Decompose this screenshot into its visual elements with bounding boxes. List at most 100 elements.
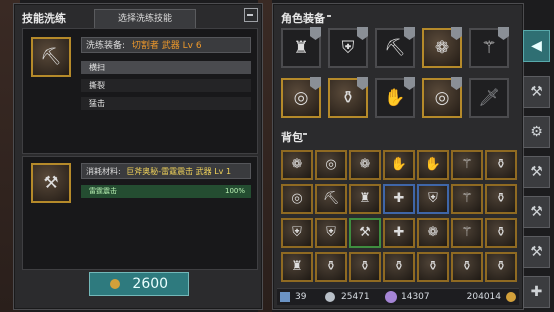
bag-slot[interactable]: ⚱ xyxy=(417,252,449,282)
equipment-dropdown-icon xyxy=(327,15,331,17)
bag-slot[interactable]: ⚚ xyxy=(451,218,483,248)
skill-option[interactable]: 撕裂 xyxy=(81,79,251,92)
material-skill-name: 雷霆震击 xyxy=(89,187,117,195)
equip-slot-axe[interactable]: ⛏ xyxy=(375,27,415,68)
equip-section: ⛏ 洗练装备: 切割者 武器 Lv 6 横扫 撕裂 猛击 xyxy=(22,28,258,154)
equip-info-bar: 洗练装备: 切割者 武器 Lv 6 xyxy=(81,37,251,53)
equip-slot-amulet[interactable]: ❁ xyxy=(422,27,462,68)
bag-slot[interactable]: ✋ xyxy=(383,150,415,180)
bag-slot[interactable]: ⛨ xyxy=(417,184,449,214)
bag-grid: ❁ ◎ ❁ ✋ ✋ ⚚ ⚱ ◎ ⛏ ♜ ✚ ⛨ ⚚ ⚱ ⛨ ⛨ ⚒ ✚ ❁ ⚚ … xyxy=(281,150,517,284)
hammer-icon: ⚒ xyxy=(530,164,543,180)
side-tab-hammer-3[interactable]: ⚒ xyxy=(523,196,550,228)
tab-select-skill[interactable]: 选择洗练技能 xyxy=(94,9,196,28)
equip-slot-ring[interactable]: ◎ xyxy=(281,77,321,118)
equip-slot-bag[interactable]: ⚱ xyxy=(328,77,368,118)
equipment-title: 角色装备 xyxy=(281,12,325,25)
bag-slot[interactable]: ⚱ xyxy=(349,252,381,282)
skill-option[interactable]: 横扫 xyxy=(81,61,251,74)
bag-slot[interactable]: ✚ xyxy=(383,184,415,214)
side-tab-hammer-plus[interactable]: ✚ xyxy=(523,276,550,308)
side-tab-hammer-4[interactable]: ⚒ xyxy=(523,236,550,268)
bag-slot[interactable]: ◎ xyxy=(315,150,347,180)
inventory-panel: 角色装备 ♜ ⛨ ⛏ ❁ ⚚ ◎ ⚱ ✋ ◎ 🗡 背包 ❁ ◎ ❁ ✋ ✋ ⚚ … xyxy=(272,3,524,310)
material-item-slot[interactable]: ⚒ xyxy=(31,163,71,203)
consume-value: 巨斧奥秘-雷霆震击 武器 Lv 1 xyxy=(126,167,232,176)
bag-slot[interactable]: ◎ xyxy=(281,184,313,214)
chest-axe-icon: ⛏ xyxy=(40,47,62,67)
cost-value: 2600 xyxy=(132,276,169,292)
side-tab-hammer-2[interactable]: ⚒ xyxy=(523,156,550,188)
bag-icon: ⚱ xyxy=(461,259,473,274)
energy-value: 25471 xyxy=(341,292,370,302)
bag-title: 背包 xyxy=(281,131,303,144)
equip-slot-sword-empty[interactable]: 🗡 xyxy=(469,78,509,118)
arrow-tab-icon: ◀ xyxy=(531,38,542,54)
bag-slot[interactable]: ⚚ xyxy=(451,150,483,180)
bag-slot[interactable]: ✚ xyxy=(383,218,415,248)
consume-label: 消耗材料: xyxy=(86,167,121,176)
gloves-icon: ✋ xyxy=(424,157,442,172)
sword-icon: 🗡 xyxy=(478,88,500,108)
equip-label: 洗练装备: xyxy=(86,41,126,51)
bag-slot[interactable]: ❁ xyxy=(281,150,313,180)
ring-icon: ◎ xyxy=(293,88,309,108)
material-section: ⚒ 消耗材料: 巨斧奥秘-雷霆震击 武器 Lv 1 雷霆震击 100% xyxy=(22,156,258,270)
ring-icon: ◎ xyxy=(325,157,337,172)
hammer-plus-icon: ✚ xyxy=(530,284,543,300)
bag-icon: ⚱ xyxy=(427,259,439,274)
bag-slot[interactable]: ⚒ xyxy=(349,218,381,248)
material-skill-row[interactable]: 雷霆震击 100% xyxy=(81,185,251,198)
bag-slot[interactable]: ⚱ xyxy=(485,252,517,282)
gloves-icon: ✋ xyxy=(384,88,406,108)
ring-icon: ◎ xyxy=(434,88,450,108)
equip-value: 切割者 武器 Lv 6 xyxy=(131,41,202,51)
bag-slot[interactable]: ⚱ xyxy=(485,218,517,248)
amulet-icon: ❁ xyxy=(427,225,439,240)
bag-slot[interactable]: ❁ xyxy=(349,150,381,180)
bag-slot[interactable]: ⚱ xyxy=(451,252,483,282)
bag-slot[interactable]: ⚱ xyxy=(383,252,415,282)
material-skill-percent: 100% xyxy=(224,187,245,195)
staff-icon: ⚚ xyxy=(461,191,473,206)
side-tab-active[interactable]: ◀ xyxy=(523,30,550,62)
mace-icon: ✚ xyxy=(393,191,405,206)
bag-slot[interactable]: ♜ xyxy=(349,184,381,214)
bag-slot[interactable]: ⛨ xyxy=(281,218,313,248)
equip-slot-gloves[interactable]: ✋ xyxy=(375,77,415,118)
bag-slot[interactable]: ⛏ xyxy=(315,184,347,214)
skill-refine-panel: 技能洗练 选择洗练技能 ⛏ 洗练装备: 切割者 武器 Lv 6 横扫 撕裂 猛击… xyxy=(13,3,263,310)
gem-icon xyxy=(385,291,397,303)
armor-icon: ⛨ xyxy=(292,225,302,240)
bag-icon: ⚱ xyxy=(359,259,371,274)
side-tab-anvil[interactable]: ⚙ xyxy=(523,116,550,148)
skill-option[interactable]: 猛击 xyxy=(81,97,251,110)
bag-slot[interactable]: ⛨ xyxy=(315,218,347,248)
ring-icon: ◎ xyxy=(291,191,303,206)
side-tab-hammer-1[interactable]: ⚒ xyxy=(523,76,550,108)
bag-icon: ⚱ xyxy=(340,88,356,108)
axe-icon: ⛏ xyxy=(384,38,406,58)
bag-slot[interactable]: ✋ xyxy=(417,150,449,180)
equip-slot-helmet[interactable]: ♜ xyxy=(281,27,321,68)
anvil-icon: ⚙ xyxy=(530,124,543,140)
amulet-icon: ❁ xyxy=(434,38,450,58)
equip-slot-ring-2[interactable]: ◎ xyxy=(422,77,462,118)
bag-slot[interactable]: ⚱ xyxy=(485,184,517,214)
bag-slot[interactable]: ⚱ xyxy=(315,252,347,282)
amulet-icon: ❁ xyxy=(291,157,303,172)
equip-item-slot[interactable]: ⛏ xyxy=(31,37,71,77)
refine-cost-button[interactable]: 2600 xyxy=(89,272,189,296)
gem-value: 14307 xyxy=(401,292,430,302)
axe-rune-icon: ⚒ xyxy=(43,173,59,193)
equip-slot-armor[interactable]: ⛨ xyxy=(328,27,368,68)
bag-slot[interactable]: ⚚ xyxy=(451,184,483,214)
coin-icon xyxy=(109,279,120,289)
bag-slot[interactable]: ♜ xyxy=(281,252,313,282)
equip-slot-staff[interactable]: ⚚ xyxy=(469,27,509,68)
bag-slot[interactable]: ⚱ xyxy=(485,150,517,180)
settings-icon[interactable] xyxy=(244,8,258,22)
gloves-icon: ✋ xyxy=(390,157,408,172)
staff-icon: ⚚ xyxy=(461,157,473,172)
bag-slot[interactable]: ❁ xyxy=(417,218,449,248)
